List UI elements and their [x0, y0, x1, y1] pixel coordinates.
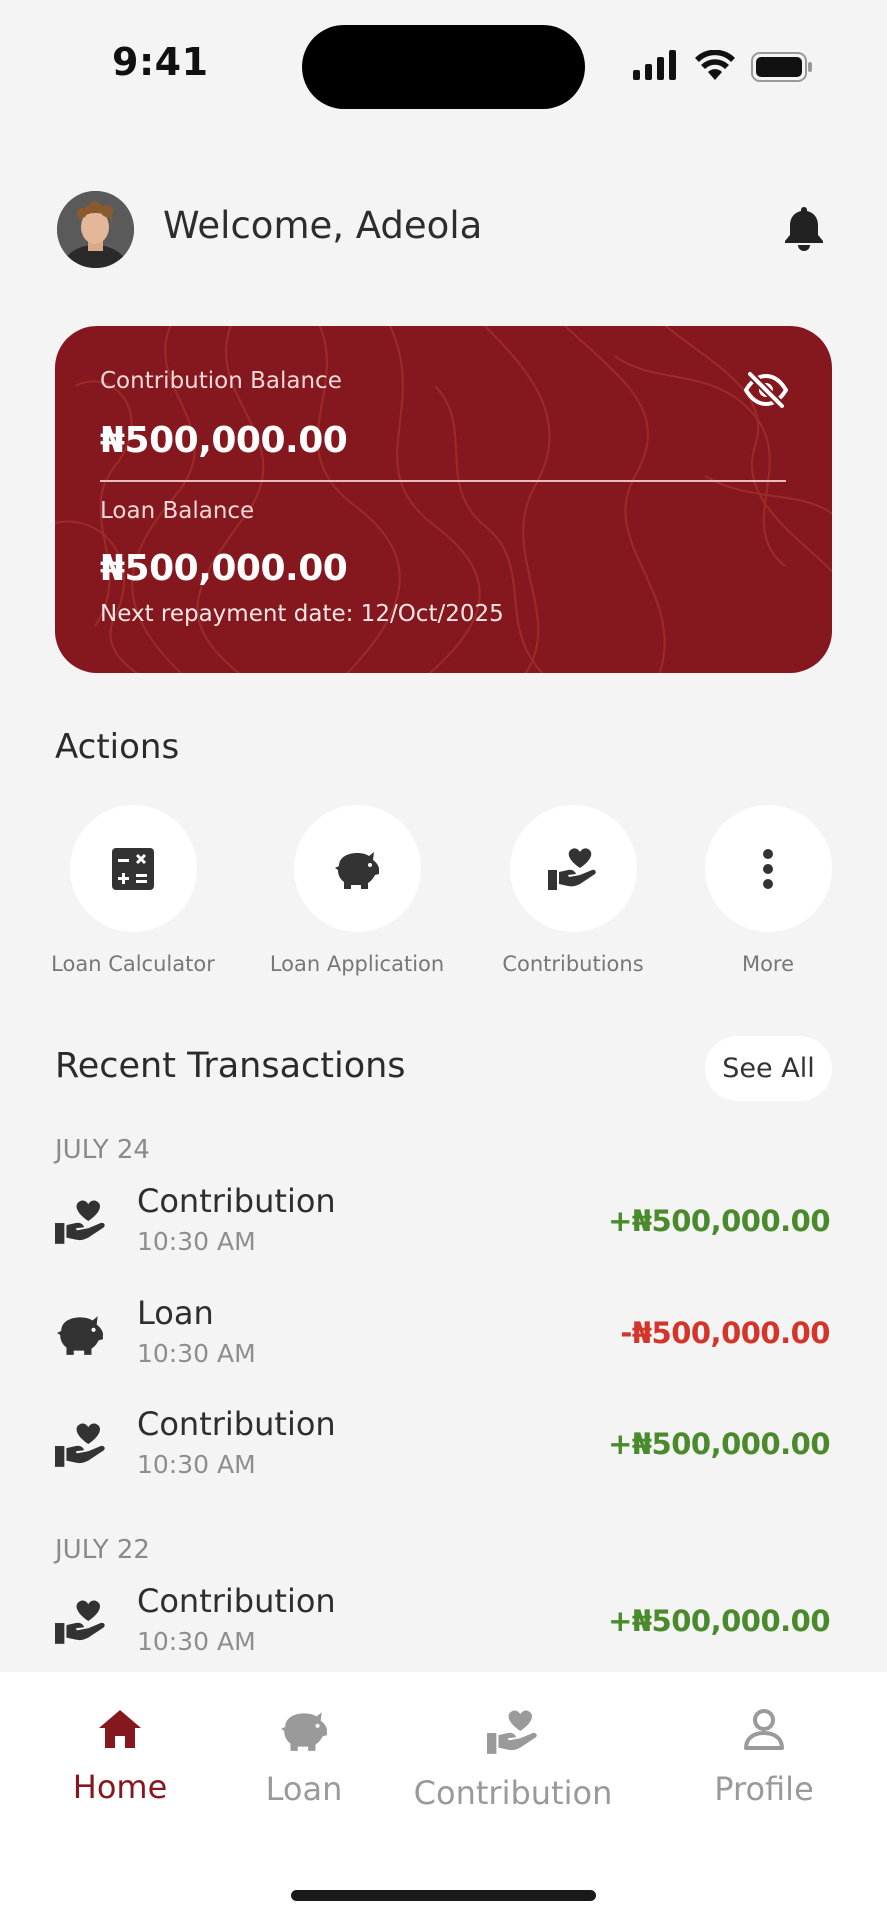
action-label: Contributions — [502, 952, 644, 976]
nav-item-profile[interactable]: Profile — [701, 1708, 827, 1808]
action-circle[interactable] — [69, 805, 197, 932]
nav-label: Home — [72, 1768, 168, 1806]
transaction-amount: +₦500,000.00 — [608, 1427, 830, 1461]
loan-balance-label: Loan Balance — [100, 498, 255, 524]
user-icon — [744, 1709, 784, 1750]
wifi-icon — [695, 50, 735, 80]
bottom-navigation: Home Loan Contribution Profile — [0, 1672, 887, 1920]
action-circle[interactable] — [293, 805, 421, 932]
actions-title: Actions — [55, 727, 180, 767]
nav-item-loan[interactable]: Loan — [244, 1708, 364, 1808]
battery-icon — [751, 52, 812, 82]
transaction-amount: -₦500,000.00 — [620, 1316, 830, 1350]
cellular-signal-icon — [633, 50, 676, 80]
action-loan-application[interactable]: Loan Application — [262, 805, 452, 976]
nav-item-home[interactable]: Home — [56, 1708, 184, 1806]
transaction-type: Loan — [137, 1294, 214, 1332]
transaction-row[interactable]: Contribution 10:30 AM +₦500,000.00 — [0, 1580, 887, 1672]
contribution-balance-amount: ₦500,000.00 — [100, 420, 348, 461]
action-label: More — [741, 952, 795, 976]
transaction-amount: +₦500,000.00 — [608, 1204, 830, 1238]
welcome-text: Welcome, Adeola — [163, 204, 483, 247]
transaction-type: Contribution — [137, 1405, 336, 1443]
balance-card: Contribution Balance ₦500,000.00 Loan Ba… — [55, 326, 832, 673]
hand-heart-icon — [55, 1200, 105, 1244]
home-indicator — [291, 1890, 596, 1901]
see-all-button[interactable]: See All — [705, 1036, 832, 1101]
nav-label: Profile — [714, 1770, 814, 1808]
action-circle[interactable] — [509, 805, 637, 932]
status-time: 9:41 — [112, 40, 209, 84]
hand-heart-icon — [487, 1710, 537, 1754]
recent-transactions-title: Recent Transactions — [55, 1046, 406, 1086]
transaction-date-header: JULY 24 — [55, 1135, 150, 1165]
nav-label: Contribution — [413, 1774, 613, 1812]
transaction-time: 10:30 AM — [137, 1339, 256, 1368]
transaction-row[interactable]: Contribution 10:30 AM +₦500,000.00 — [0, 1403, 887, 1503]
card-divider — [100, 480, 786, 482]
transaction-amount: +₦500,000.00 — [608, 1604, 830, 1638]
transaction-type: Contribution — [137, 1582, 336, 1620]
action-circle[interactable] — [704, 805, 832, 932]
more-vertical-icon — [763, 848, 773, 889]
nav-item-contribution[interactable]: Contribution — [403, 1708, 623, 1812]
nav-label: Loan — [265, 1770, 343, 1808]
action-label: Loan Calculator — [51, 952, 215, 976]
notification-bell-icon[interactable] — [782, 204, 826, 252]
action-label: Loan Application — [269, 952, 445, 976]
transaction-row[interactable]: Contribution 10:30 AM +₦500,000.00 — [0, 1180, 887, 1280]
loan-balance-amount: ₦500,000.00 — [100, 548, 348, 589]
piggy-bank-icon — [335, 851, 379, 889]
dynamic-island — [302, 25, 585, 109]
piggy-bank-icon — [57, 1316, 103, 1355]
next-repayment-date: Next repayment date: 12/Oct/2025 — [100, 601, 504, 627]
hand-heart-icon — [548, 847, 596, 890]
action-more[interactable]: More — [673, 805, 863, 976]
contribution-balance-label: Contribution Balance — [100, 368, 342, 394]
hide-balance-icon[interactable] — [744, 370, 788, 410]
hand-heart-icon — [55, 1423, 105, 1467]
avatar[interactable] — [57, 191, 134, 268]
piggy-bank-icon — [281, 1712, 327, 1751]
transaction-row[interactable]: Loan 10:30 AM -₦500,000.00 — [0, 1292, 887, 1392]
transaction-time: 10:30 AM — [137, 1627, 256, 1656]
transaction-date-header: JULY 22 — [55, 1535, 150, 1565]
transaction-type: Contribution — [137, 1182, 336, 1220]
action-contributions[interactable]: Contributions — [478, 805, 668, 976]
transaction-time: 10:30 AM — [137, 1227, 256, 1256]
home-icon — [99, 1710, 141, 1748]
action-loan-calculator[interactable]: Loan Calculator — [38, 805, 228, 976]
hand-heart-icon — [55, 1600, 105, 1644]
calculator-icon — [112, 847, 154, 890]
transaction-time: 10:30 AM — [137, 1450, 256, 1479]
